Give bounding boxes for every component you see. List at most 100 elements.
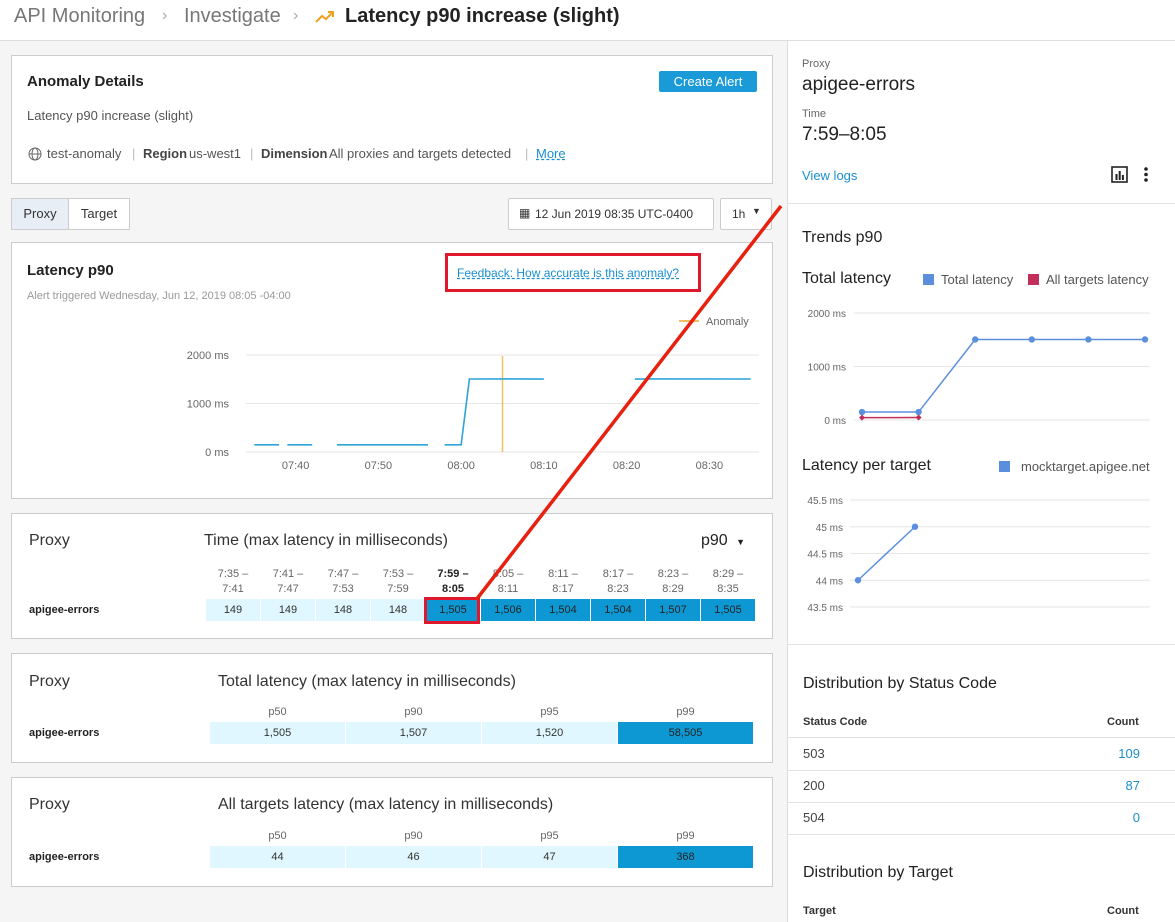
x-tick-label: 08:20 bbox=[613, 460, 641, 472]
range-value: 1h bbox=[732, 207, 746, 221]
time-column-top: 7:47 – bbox=[327, 568, 359, 580]
trend-series-line bbox=[862, 338, 1145, 413]
proxy-label: Proxy bbox=[802, 58, 831, 70]
trend-point bbox=[915, 408, 922, 416]
time-column-top: 8:29 – bbox=[712, 568, 744, 580]
breadcrumb-api-monitoring[interactable]: API Monitoring bbox=[14, 5, 145, 28]
caret-down-icon: ▼ bbox=[736, 537, 746, 547]
time-column-bottom: 8:29 bbox=[662, 583, 684, 595]
status-code: 503 bbox=[803, 746, 825, 761]
separator: | bbox=[132, 146, 136, 161]
env-name: test-anomaly bbox=[47, 146, 122, 161]
time-cell: 1,507 bbox=[646, 599, 700, 621]
divider bbox=[788, 737, 1175, 738]
trends-heading: Trends p90 bbox=[802, 229, 883, 246]
legend-swatch-total bbox=[923, 274, 934, 285]
target-point bbox=[854, 577, 862, 584]
time-column-top: 8:11 – bbox=[548, 568, 578, 580]
time-cell: 149 bbox=[206, 599, 260, 621]
time-cell: 148 bbox=[316, 599, 370, 621]
percentile-cell: 58,505 bbox=[618, 722, 753, 744]
status-count-link: 109 bbox=[1118, 746, 1140, 761]
targets-table-proxy-label: Proxy bbox=[29, 796, 70, 813]
time-table-heading: Time (max latency in milliseconds) bbox=[204, 532, 448, 549]
time-column-bottom: 8:35 bbox=[717, 583, 739, 595]
time-cell: 149 bbox=[261, 599, 315, 621]
feedback-link[interactable]: Feedback: How accurate is this anomaly? bbox=[457, 266, 679, 280]
chevron-right-icon: › bbox=[162, 7, 168, 24]
region-value: us-west1 bbox=[189, 146, 242, 161]
time-column-bottom: 7:47 bbox=[277, 583, 299, 595]
view-logs-link[interactable]: View logs bbox=[802, 168, 857, 183]
bar-chart-icon[interactable] bbox=[1111, 166, 1128, 183]
time-column-bottom: 8:23 bbox=[607, 583, 629, 595]
total-latency-chart: 2000 ms 1000 ms 0 ms bbox=[808, 309, 1150, 427]
time-table-row-label: apigee-errors bbox=[29, 604, 100, 616]
x-tick-label: 08:00 bbox=[447, 460, 475, 472]
status-count-link: 0 bbox=[1132, 810, 1140, 825]
more-vert-icon[interactable] bbox=[1139, 166, 1153, 183]
range-select[interactable]: 1h ▼ bbox=[720, 198, 772, 230]
trend-point bbox=[858, 408, 866, 416]
legend-all-targets-latency: All targets latency bbox=[1046, 272, 1149, 287]
time-label: Time bbox=[802, 108, 827, 120]
percentile-select[interactable]: p90 ▼ bbox=[701, 532, 745, 550]
percentile-cell: 44 bbox=[210, 846, 345, 868]
y-tick-label: 1000 ms bbox=[187, 399, 230, 411]
legend-swatch-targets bbox=[1028, 274, 1039, 285]
tab-target[interactable]: Target bbox=[68, 198, 130, 230]
percentile-cell: 1,507 bbox=[346, 722, 481, 744]
target-distribution-heading: Distribution by Target bbox=[803, 864, 953, 881]
latency-series-line bbox=[444, 378, 544, 446]
divider bbox=[788, 834, 1175, 835]
y-tick-label: 0 ms bbox=[824, 416, 846, 427]
divider bbox=[788, 802, 1175, 803]
status-count-link: 87 bbox=[1125, 778, 1140, 793]
breadcrumb-investigate[interactable]: Investigate bbox=[184, 5, 281, 28]
y-tick-label: 44 ms bbox=[816, 576, 843, 587]
time-cell: 1,505 bbox=[701, 599, 755, 621]
time-column-top: 8:17 – bbox=[602, 568, 634, 580]
time-column-bottom: 8:05 bbox=[441, 583, 465, 595]
time-cell: 1,506 bbox=[481, 599, 535, 621]
dimension-label: Dimension bbox=[261, 146, 328, 161]
target-count-col: Count bbox=[1107, 905, 1139, 917]
percentile-column-header: p90 bbox=[404, 830, 423, 842]
time-value: 7:59–8:05 bbox=[802, 124, 887, 145]
latency-card-title: Latency p90 bbox=[27, 262, 114, 279]
selected-cell-highlight bbox=[424, 597, 480, 624]
time-column-bottom: 8:11 bbox=[497, 583, 519, 595]
separator: | bbox=[250, 146, 254, 161]
y-tick-label: 45.5 ms bbox=[807, 496, 843, 507]
targets-table-row-label: apigee-errors bbox=[29, 851, 100, 863]
divider bbox=[788, 644, 1175, 645]
time-cell: 1,504 bbox=[591, 599, 645, 621]
y-tick-label: 1000 ms bbox=[808, 363, 846, 374]
latency-chart: 2000 ms 1000 ms 0 ms 07:40 07:50 08:00 08:10 08… bbox=[187, 316, 759, 472]
percentile-column-header: p95 bbox=[540, 706, 559, 718]
x-tick-label: 08:30 bbox=[696, 460, 724, 472]
globe-icon bbox=[28, 147, 42, 161]
time-column-top: 7:41 – bbox=[272, 568, 304, 580]
x-tick-label: 07:50 bbox=[365, 460, 393, 472]
more-link[interactable]: More bbox=[536, 146, 566, 161]
percentile-value: p90 bbox=[701, 532, 728, 549]
date-value: 12 Jun 2019 08:35 UTC-0400 bbox=[535, 207, 694, 221]
y-tick-label: 2000 ms bbox=[808, 309, 846, 320]
create-alert-button[interactable]: Create Alert bbox=[659, 71, 757, 92]
legend-total-latency: Total latency bbox=[941, 272, 1014, 287]
divider bbox=[788, 203, 1175, 204]
target-point bbox=[911, 523, 919, 530]
y-tick-label: 43.5 ms bbox=[807, 603, 843, 614]
y-tick-label: 44.5 ms bbox=[807, 550, 843, 561]
page-title: Latency p90 increase (slight) bbox=[345, 5, 620, 27]
status-code-col: Status Code bbox=[803, 716, 868, 728]
percentile-column-header: p50 bbox=[268, 830, 287, 842]
date-picker[interactable]: ▦ 12 Jun 2019 08:35 UTC-0400 bbox=[508, 198, 714, 230]
legend-swatch-target bbox=[999, 461, 1010, 472]
percentile-column-header: p90 bbox=[404, 706, 423, 718]
y-tick-label: 2000 ms bbox=[187, 350, 230, 362]
trend-point bbox=[1141, 336, 1149, 343]
percentile-cell: 46 bbox=[346, 846, 481, 868]
tab-proxy[interactable]: Proxy bbox=[11, 198, 69, 230]
